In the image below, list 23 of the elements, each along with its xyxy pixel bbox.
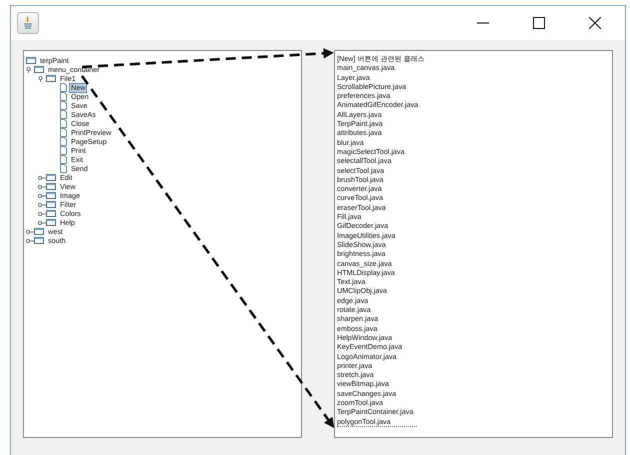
collapsed-handle-icon[interactable] [38,192,46,198]
folder-icon [46,174,56,181]
folder-icon [34,66,44,73]
maximize-icon [533,17,545,29]
collapsed-handle-icon[interactable] [26,238,34,244]
collapsed-handle-icon[interactable] [26,228,34,234]
minimize-icon [477,22,489,24]
collapsed-handle-icon[interactable] [38,174,46,180]
folder-icon [34,228,44,235]
folder-icon [46,192,56,199]
collapsed-handle-icon[interactable] [38,220,46,226]
collapsed-handle-icon[interactable] [38,184,46,190]
coffee-cup-icon [17,12,39,34]
folder-icon [46,210,56,217]
folder-icon [46,183,56,190]
folder-icon [46,201,56,208]
collapsed-handle-icon[interactable] [38,210,46,216]
collapsed-handle-icon[interactable] [38,202,46,208]
folder-icon [46,75,56,82]
close-icon [589,17,601,29]
folder-icon [26,57,36,64]
folder-icon [34,237,44,244]
folder-icon [46,219,56,226]
